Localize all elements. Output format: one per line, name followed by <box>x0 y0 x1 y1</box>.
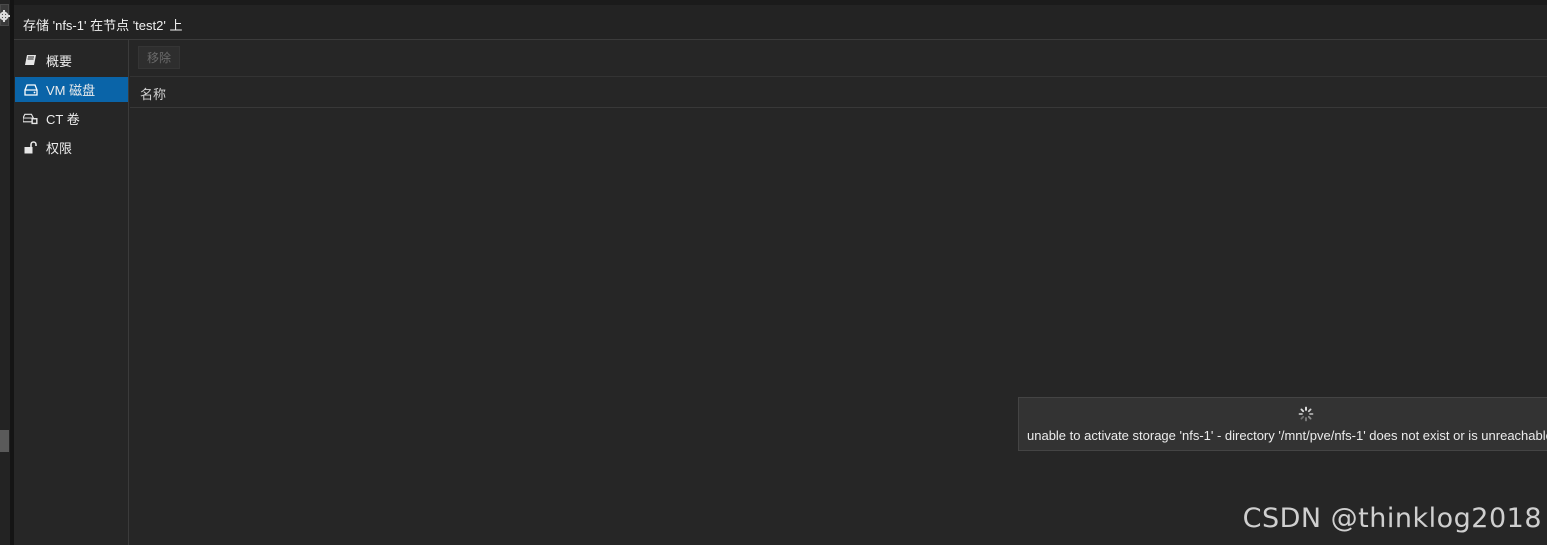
resource-tree-edge <box>0 0 10 545</box>
panel-header: 存储 'nfs-1' 在节点 'test2' 上 <box>14 5 1547 40</box>
grid-toolbar: 移除 <box>130 40 1547 77</box>
load-mask: unable to activate storage 'nfs-1' - dir… <box>1018 397 1547 451</box>
book-icon <box>23 53 38 68</box>
remove-button[interactable]: 移除 <box>138 46 180 69</box>
nav-item-label: 概要 <box>46 54 73 69</box>
nav-item-summary[interactable]: 概要 <box>15 48 128 73</box>
gear-icon[interactable] <box>0 4 10 26</box>
nav-item-permissions[interactable]: 权限 <box>15 135 128 160</box>
nav-item-label: CT 卷 <box>46 112 80 127</box>
spinner-icon <box>1298 406 1314 422</box>
grid-header: 名称 <box>130 77 1547 108</box>
container-volume-icon <box>23 111 38 126</box>
storage-nav: 概要 VM 磁盘 CT 卷 权限 <box>14 40 129 545</box>
column-header-name[interactable]: 名称 <box>140 84 166 103</box>
nav-item-ct-volumes[interactable]: CT 卷 <box>15 106 128 131</box>
page-title: 存储 'nfs-1' 在节点 'test2' 上 <box>23 18 183 33</box>
nav-item-label: 权限 <box>46 141 73 156</box>
error-message: unable to activate storage 'nfs-1' - dir… <box>1027 428 1547 443</box>
nav-item-vm-disks[interactable]: VM 磁盘 <box>15 77 128 102</box>
watermark: CSDN @thinklog2018 <box>1242 503 1542 534</box>
nav-item-label: VM 磁盘 <box>46 83 96 98</box>
hard-drive-icon <box>23 82 38 97</box>
tree-scrollbar[interactable] <box>0 430 9 452</box>
grid-body <box>130 108 1547 545</box>
app-window: 存储 'nfs-1' 在节点 'test2' 上 概要 VM 磁盘 CT 卷 权… <box>0 0 1547 545</box>
unlock-icon <box>23 140 38 155</box>
storage-panel: 存储 'nfs-1' 在节点 'test2' 上 概要 VM 磁盘 CT 卷 权… <box>14 5 1547 545</box>
vm-disks-grid: 移除 名称 unable to activate storage 'nfs-1'… <box>130 40 1547 545</box>
